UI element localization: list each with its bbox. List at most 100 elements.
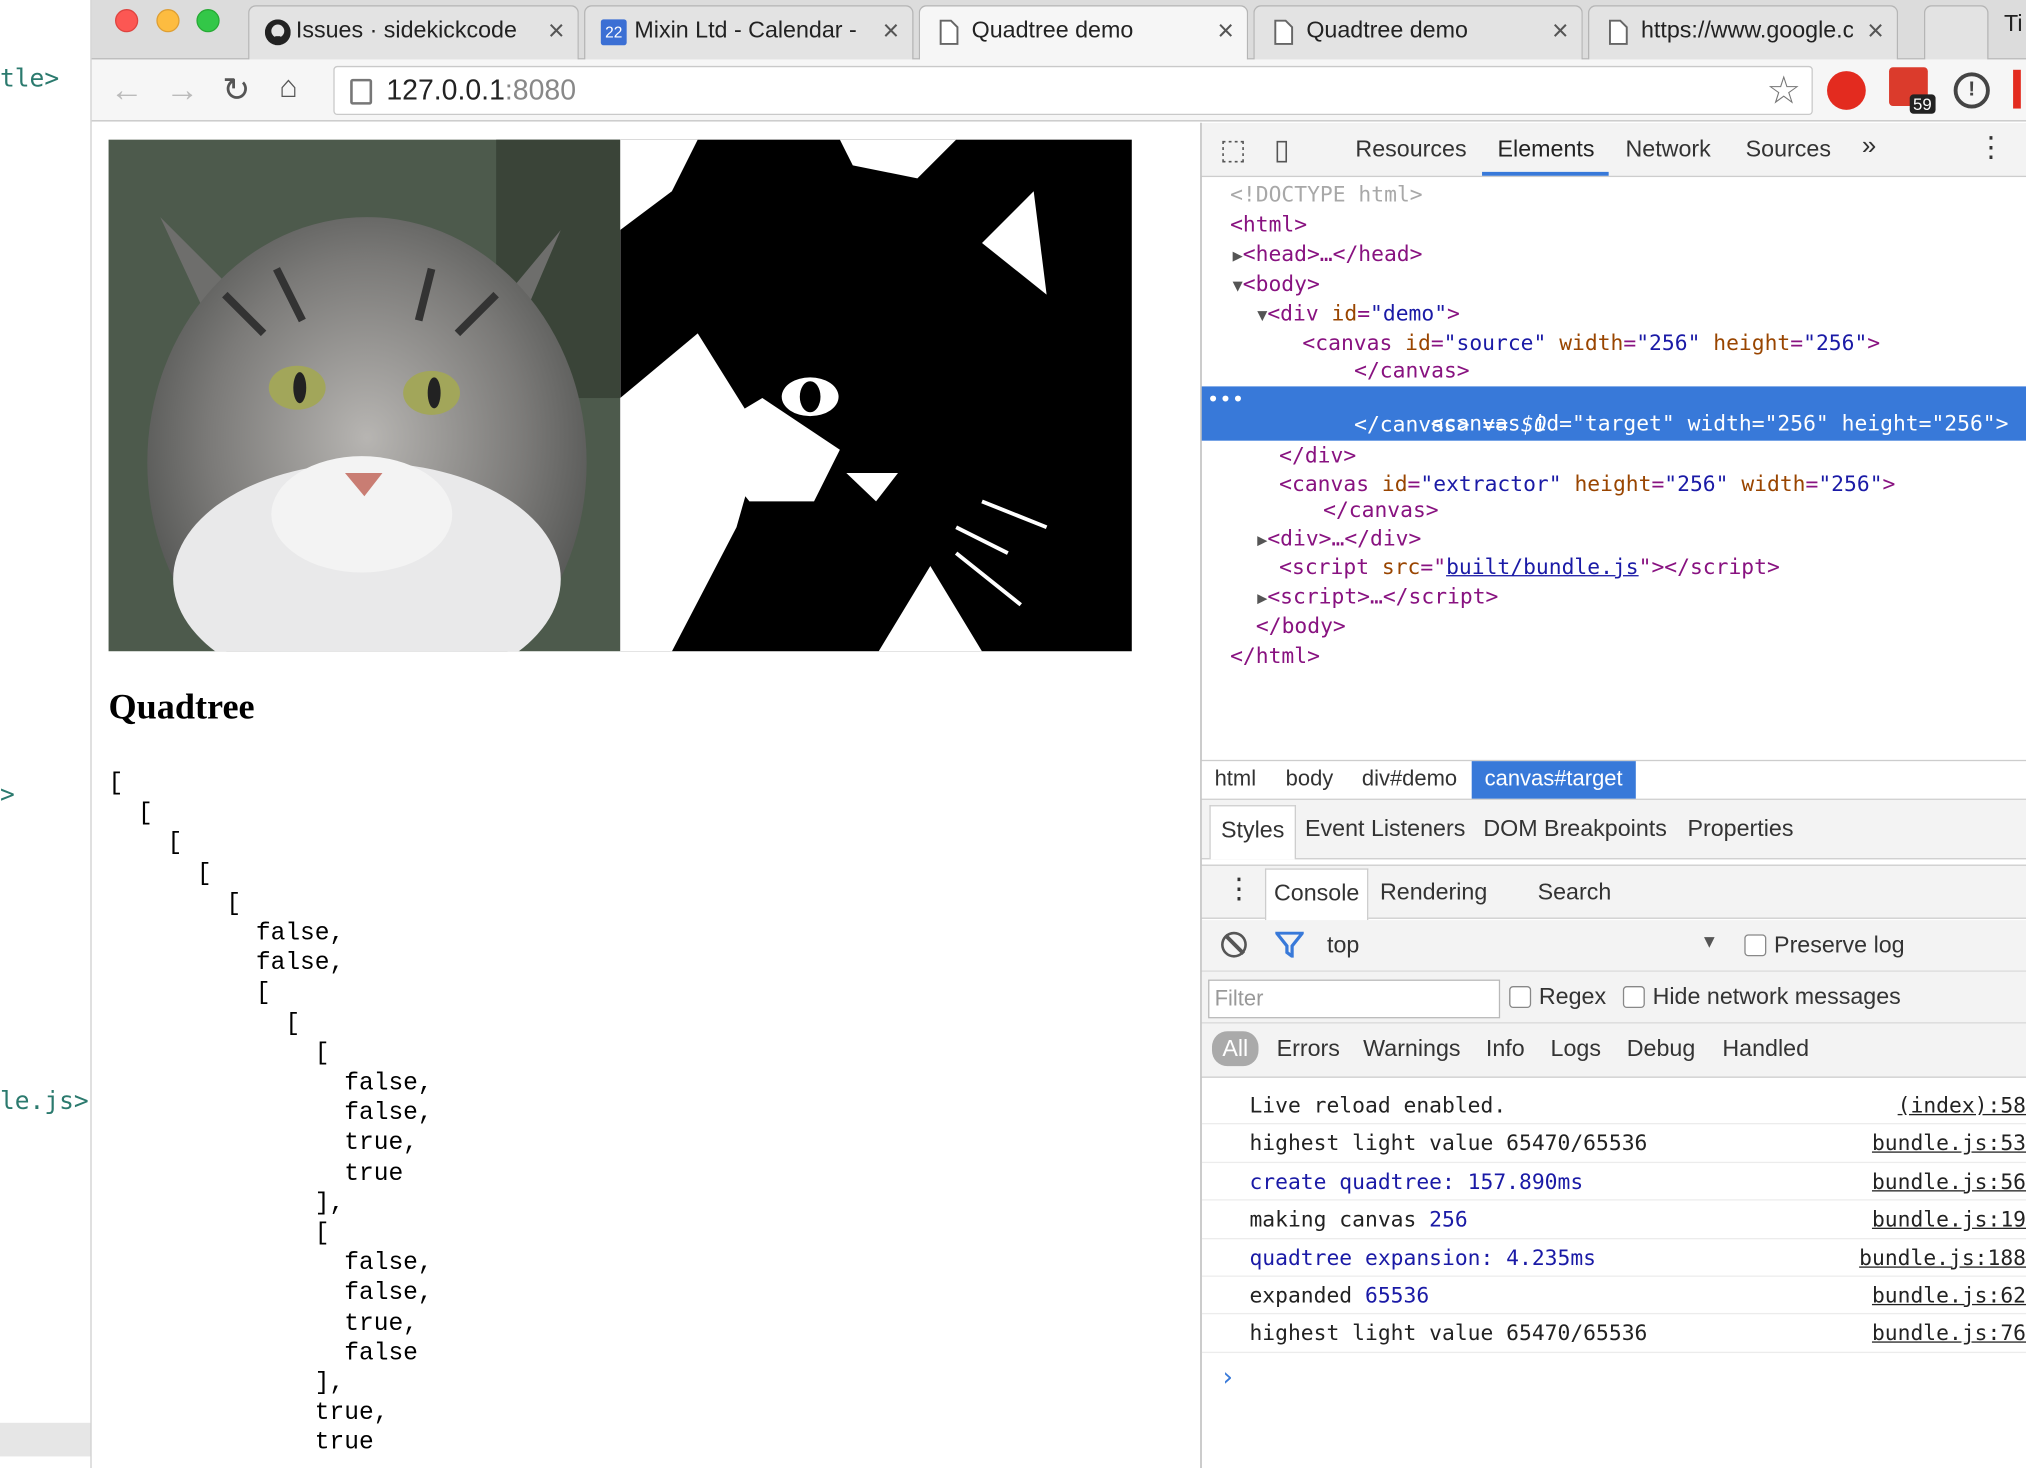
- hide-network-checkbox[interactable]: [1622, 986, 1645, 1008]
- device-mode-icon[interactable]: ▯: [1274, 133, 1290, 167]
- preserve-log-checkbox[interactable]: [1744, 934, 1767, 957]
- filter-icon[interactable]: [1275, 931, 1304, 958]
- tab-title: Mixin Ltd - Calendar -: [634, 16, 857, 43]
- tab-network[interactable]: Network: [1625, 136, 1710, 163]
- quadtree-output: [ [ [ [ [ false, false, [ [ [ false, fal…: [109, 769, 433, 1459]
- dom-node-html-close[interactable]: </html>: [1202, 644, 2026, 672]
- source-link[interactable]: bundle.js:188: [1859, 1245, 2026, 1270]
- dom-node-extractor-canvas-close[interactable]: </canvas>: [1202, 498, 2026, 526]
- tab-quadtree-demo-active[interactable]: Quadtree demo ×: [918, 5, 1249, 61]
- tab-event-listeners[interactable]: Event Listeners: [1305, 815, 1465, 842]
- close-icon[interactable]: ×: [548, 14, 565, 48]
- preserve-log-label: Preserve log: [1774, 931, 1905, 958]
- reload-icon[interactable]: ↻: [222, 70, 250, 110]
- maximize-window-button[interactable]: [196, 9, 220, 33]
- password-manager-icon[interactable]: !: [1953, 72, 1990, 109]
- console-message-text: create quadtree: 157.890ms: [1249, 1169, 1583, 1194]
- devtools-tab-bar: ⬚ ▯ Resources Elements Network Sources »…: [1201, 122, 2026, 178]
- breadcrumb-canvas-target[interactable]: canvas#target: [1471, 761, 1636, 799]
- node-actions-icon[interactable]: •••: [1207, 386, 1244, 411]
- source-link[interactable]: bundle.js:53: [1872, 1131, 2026, 1156]
- home-icon[interactable]: ⌂: [279, 70, 298, 106]
- inspect-element-icon[interactable]: ⬚: [1220, 133, 1247, 167]
- level-debug[interactable]: Debug: [1627, 1035, 1696, 1062]
- menu-icon[interactable]: [2013, 69, 2021, 109]
- source-link[interactable]: bundle.js:19: [1872, 1207, 2026, 1232]
- dom-node-doctype[interactable]: <!DOCTYPE html>: [1202, 182, 2026, 210]
- close-window-button[interactable]: [114, 9, 139, 33]
- dom-node-collapsed-div[interactable]: ▶<div>…</div>: [1202, 526, 2026, 554]
- tab-calendar[interactable]: 22 Mixin Ltd - Calendar - ×: [584, 5, 914, 60]
- tab-dom-breakpoints[interactable]: DOM Breakpoints: [1483, 815, 1667, 842]
- dom-node-script-src[interactable]: <script src="built/bundle.js"></script>: [1202, 554, 2026, 582]
- regex-checkbox[interactable]: [1509, 986, 1532, 1008]
- back-icon[interactable]: ←: [110, 70, 144, 110]
- breadcrumb-div-demo[interactable]: div#demo: [1349, 761, 1470, 798]
- close-icon[interactable]: ×: [1217, 14, 1234, 48]
- message-text: Live reload enabled.: [1249, 1093, 1507, 1118]
- tab-search[interactable]: Search: [1538, 879, 1612, 906]
- source-link[interactable]: bundle.js:76: [1872, 1321, 2026, 1346]
- level-all[interactable]: All: [1211, 1031, 1259, 1067]
- dom-node-body[interactable]: ▼<body>: [1202, 271, 2026, 299]
- dom-node-demo-div[interactable]: ▼<div id="demo">: [1202, 301, 2026, 329]
- todoist-extension-icon[interactable]: 59: [1889, 67, 1936, 114]
- quadtree-line: false: [108, 1338, 418, 1368]
- dom-node-extractor-canvas[interactable]: <canvas id="extractor" height="256" widt…: [1202, 472, 2026, 500]
- console-message-text: expanded 65536: [1249, 1283, 1429, 1308]
- breadcrumb-body[interactable]: body: [1273, 761, 1346, 798]
- forward-icon[interactable]: →: [165, 70, 199, 110]
- devtools-menu-icon[interactable]: ⋮: [1977, 131, 2005, 165]
- dom-node-html[interactable]: <html>: [1202, 212, 2026, 240]
- dom-node-head[interactable]: ▶<head>…</head>: [1202, 242, 2026, 270]
- chevron-down-icon[interactable]: ▼: [1700, 930, 1718, 951]
- minimize-window-button[interactable]: [156, 9, 180, 33]
- filter-input[interactable]: Filter: [1208, 979, 1501, 1019]
- level-handled[interactable]: Handled: [1722, 1035, 1809, 1062]
- source-link[interactable]: bundle.js:56: [1872, 1169, 2026, 1194]
- editor-line: le.js>: [0, 1086, 89, 1116]
- console-message-text: highest light value 65470/65536: [1249, 1321, 1647, 1346]
- close-icon[interactable]: ×: [1867, 14, 1884, 48]
- dom-node-target-canvas-selected[interactable]: ••• <canvas id="target" width="256" heigh…: [1201, 386, 2026, 441]
- close-icon[interactable]: ×: [1552, 14, 1569, 48]
- close-icon[interactable]: ×: [883, 14, 900, 48]
- drawer-menu-icon[interactable]: ⋮: [1225, 872, 1253, 906]
- address-bar[interactable]: 127.0.0.1:8080 ☆: [333, 65, 1813, 116]
- tab-rendering[interactable]: Rendering: [1380, 879, 1487, 906]
- bookmark-star-icon[interactable]: ☆: [1766, 68, 1801, 113]
- console-message-text: highest light value 65470/65536: [1249, 1131, 1647, 1156]
- tab-properties[interactable]: Properties: [1687, 815, 1793, 842]
- clear-console-icon[interactable]: [1221, 931, 1247, 958]
- level-errors[interactable]: Errors: [1277, 1035, 1340, 1062]
- editor-scrollbar[interactable]: [0, 1422, 91, 1457]
- tab-styles[interactable]: Styles: [1209, 805, 1297, 860]
- editor-line: tle>: [0, 64, 60, 94]
- adblock-extension-icon[interactable]: [1827, 71, 1866, 110]
- level-logs[interactable]: Logs: [1551, 1035, 1601, 1062]
- more-tabs-icon[interactable]: »: [1862, 132, 1876, 162]
- page-icon: [1274, 19, 1294, 45]
- tab-elements[interactable]: Elements: [1498, 136, 1595, 163]
- dom-node-inline-script[interactable]: ▶<script>…</script>: [1202, 584, 2026, 612]
- level-info[interactable]: Info: [1486, 1035, 1525, 1062]
- source-link[interactable]: (index):58: [1898, 1093, 2026, 1118]
- tab-console[interactable]: Console: [1264, 868, 1369, 921]
- context-selector[interactable]: top: [1327, 932, 1359, 959]
- tab-quadtree-demo[interactable]: Quadtree demo ×: [1253, 5, 1583, 60]
- tab-resources[interactable]: Resources: [1355, 136, 1466, 163]
- tab-issues[interactable]: Issues · sidekickcode ×: [248, 5, 579, 60]
- dom-node-div-close[interactable]: </div>: [1202, 443, 2026, 471]
- dom-node-source-canvas[interactable]: <canvas id="source" width="256" height="…: [1202, 331, 2026, 359]
- tab-sources[interactable]: Sources: [1746, 136, 1831, 163]
- tab-google[interactable]: https://www.google.co ×: [1587, 5, 1899, 60]
- overflow-tab-title[interactable]: Ti: [2004, 10, 2023, 37]
- quadtree-line: false,: [108, 948, 345, 978]
- level-warnings[interactable]: Warnings: [1363, 1035, 1460, 1062]
- source-link[interactable]: bundle.js:62: [1872, 1283, 2026, 1308]
- breadcrumb-html[interactable]: html: [1202, 761, 1269, 798]
- console-prompt[interactable]: ›: [1220, 1361, 1236, 1392]
- dom-node-body-close[interactable]: </body>: [1202, 614, 2026, 642]
- dom-node-source-canvas-close[interactable]: </canvas>: [1202, 358, 2026, 386]
- new-tab-button[interactable]: [1923, 5, 1989, 60]
